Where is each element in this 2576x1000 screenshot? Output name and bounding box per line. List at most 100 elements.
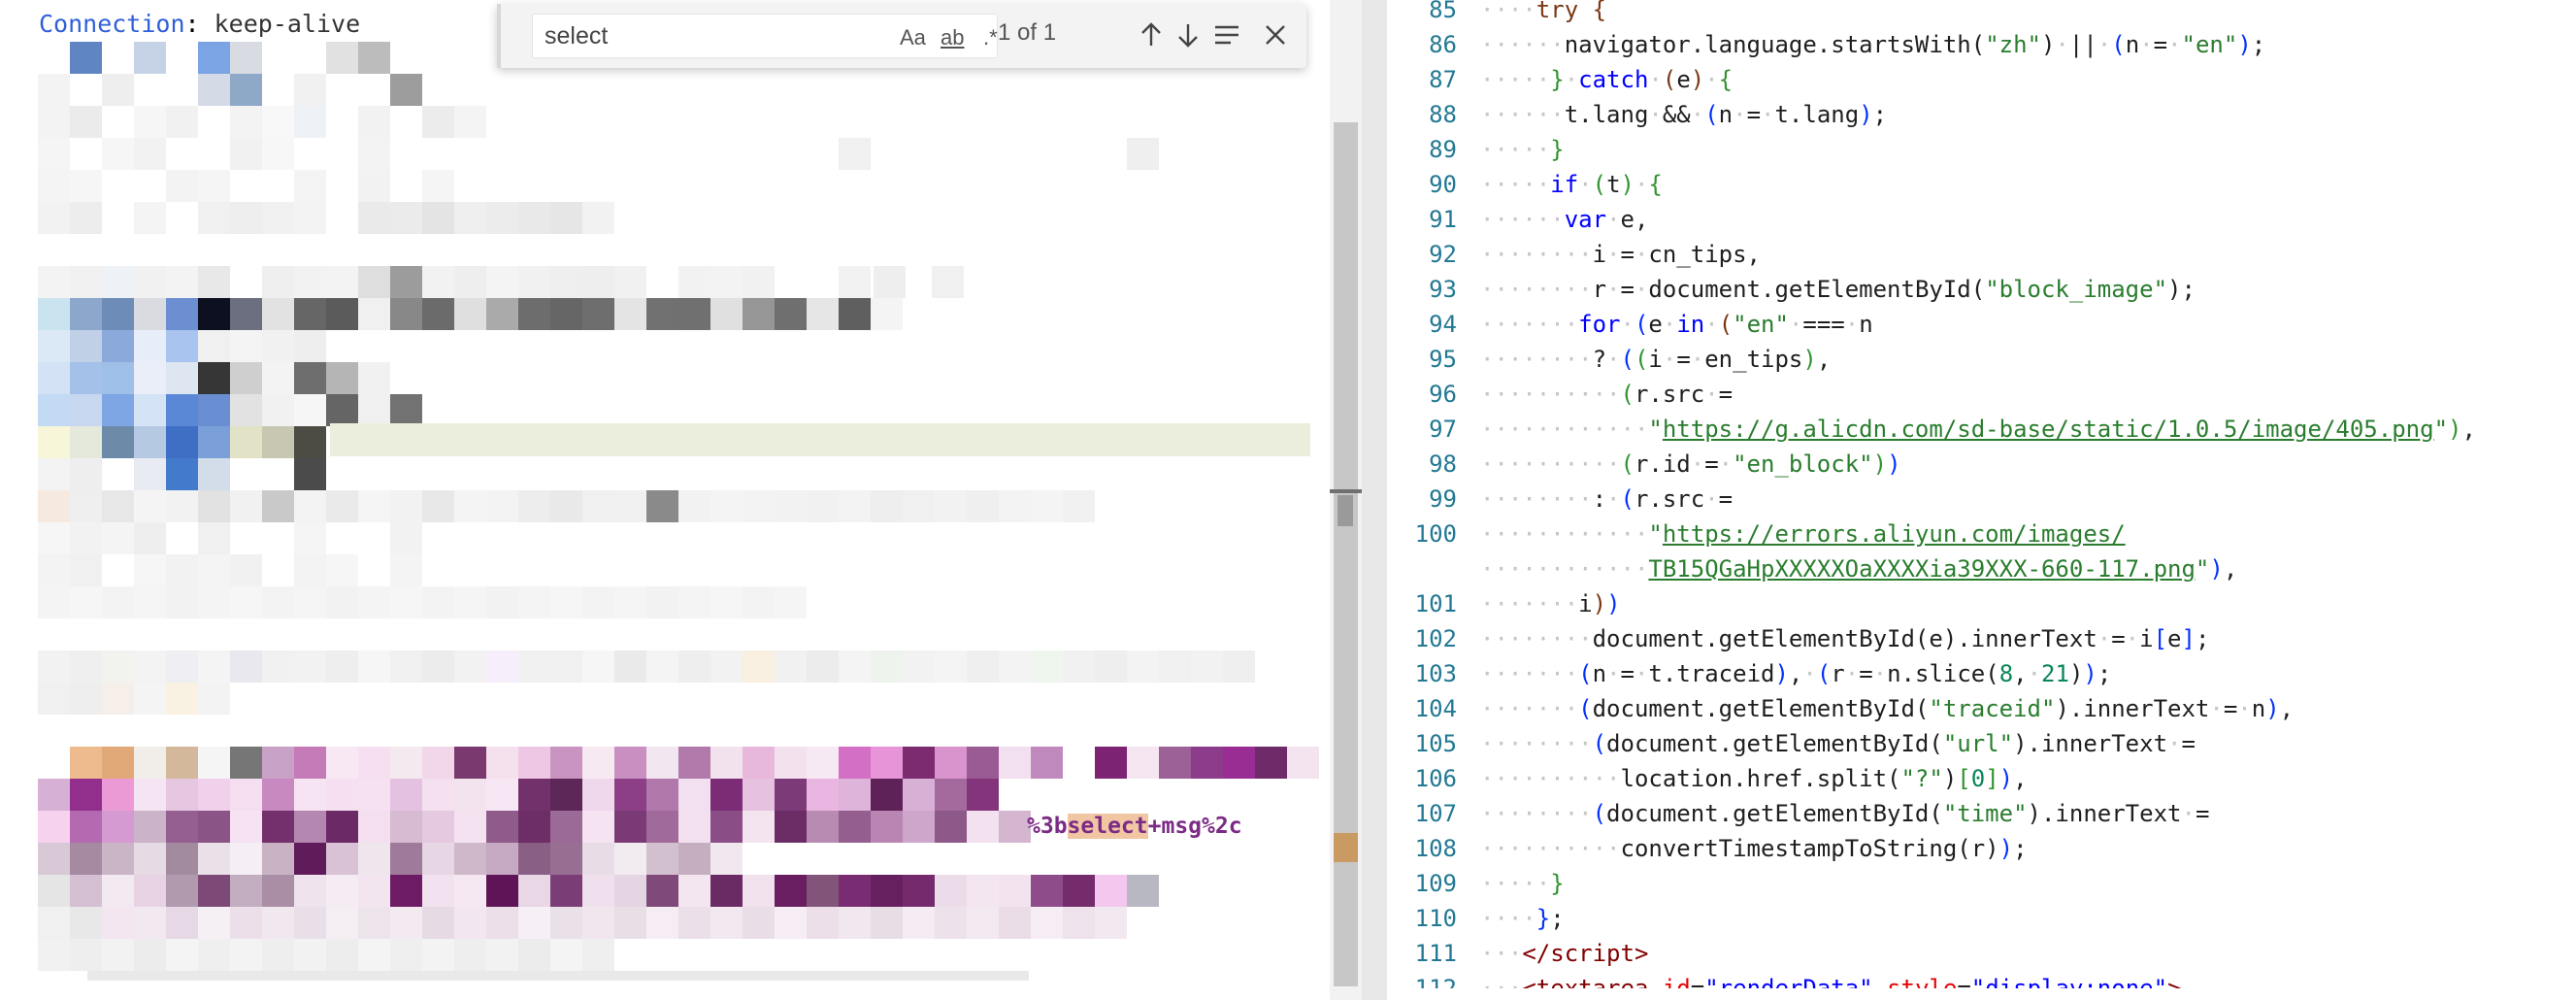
mosaic-tile — [166, 811, 198, 843]
code-text[interactable]: ········:·(r.src·= — [1480, 482, 1733, 517]
code-line[interactable]: 86 ······navigator.language.startsWith("z… — [1387, 27, 2576, 62]
code-text[interactable]: ········r·=·document.getElementById("blo… — [1480, 272, 2196, 307]
code-text[interactable]: ····}; — [1480, 901, 1565, 936]
mosaic-tile — [198, 266, 230, 298]
code-text[interactable]: ············"https://errors.aliyun.com/i… — [1480, 517, 2126, 551]
mosaic-tile — [134, 458, 166, 490]
mosaic-tile — [230, 298, 262, 330]
code-text[interactable]: ········?·((i·=·en_tips), — [1480, 342, 1831, 377]
code-line[interactable]: 91 ······var·e, — [1387, 202, 2576, 237]
code-text[interactable]: ······t.lang·&&·(n·=·t.lang); — [1480, 97, 1887, 132]
code-text[interactable]: ········(document.getElementById("url").… — [1480, 726, 2196, 761]
code-text[interactable]: ········(document.getElementById("time")… — [1480, 796, 2209, 831]
code-text[interactable]: ····try { — [1480, 0, 1606, 27]
mosaic-tile — [390, 811, 422, 843]
mosaic-tile — [614, 490, 646, 522]
code-line[interactable]: 95 ········?·((i·=·en_tips), — [1387, 342, 2576, 377]
code-text[interactable]: ·····if·(t)·{ — [1480, 167, 1663, 202]
left-editor-pane[interactable]: Connection: keep-alive %3bselect+msg%2c … — [0, 0, 1362, 1000]
mosaic-tile — [294, 907, 326, 939]
code-text[interactable]: ··········location.href.split("?")[0]), — [1480, 761, 2028, 796]
code-line[interactable]: 101 ·······i)) — [1387, 586, 2576, 621]
code-line[interactable]: 99 ········:·(r.src·= — [1387, 482, 2576, 517]
code-line[interactable]: 109 ·····} — [1387, 866, 2576, 901]
horizontal-scrollbar[interactable] — [87, 971, 1029, 981]
mosaic-tile — [102, 747, 134, 779]
mosaic-tile — [1063, 875, 1095, 907]
code-text[interactable]: ·······(n·=·t.traceid),·(r·=·n.slice(8,·… — [1480, 656, 2111, 691]
code-line[interactable]: 106 ··········location.href.split("?")[0]… — [1387, 761, 2576, 796]
mosaic-tile — [326, 362, 358, 394]
mosaic-tile — [775, 490, 807, 522]
next-match-button[interactable] — [1171, 17, 1205, 52]
code-text[interactable]: ·····} — [1480, 866, 1565, 901]
mosaic-tile — [1255, 747, 1287, 779]
mosaic-tile — [614, 811, 646, 843]
code-line[interactable]: 90 ·····if·(t)·{ — [1387, 167, 2576, 202]
code-line[interactable]: 85 ····try { — [1387, 0, 2576, 27]
mosaic-tile — [390, 939, 422, 971]
code-line[interactable]: 89 ·····} — [1387, 132, 2576, 167]
code-line[interactable]: 102 ········document.getElementById(e).in… — [1387, 621, 2576, 656]
code-text[interactable]: ·····}·catch·(e)·{ — [1480, 62, 1733, 97]
regex-toggle[interactable]: .* — [983, 24, 998, 51]
code-line[interactable]: 92 ········i·=·cn_tips, — [1387, 237, 2576, 272]
code-text[interactable]: ··········(r.id·=·"en_block")) — [1480, 447, 1901, 482]
mosaic-tile — [294, 779, 326, 811]
mosaic-tile — [262, 202, 294, 234]
mosaic-tile — [871, 490, 903, 522]
code-text[interactable]: ······navigator.language.startsWith("zh"… — [1480, 27, 2265, 62]
mosaic-tile — [198, 779, 230, 811]
code-line[interactable]: 100 ············"https://errors.aliyun.co… — [1387, 517, 2576, 551]
right-editor-pane[interactable]: 85 ····try {86 ······navigator.language.st… — [1387, 0, 2576, 1000]
code-line[interactable]: 111 ···</script> — [1387, 936, 2576, 971]
whole-word-toggle[interactable]: ab — [941, 24, 964, 51]
mosaic-tile — [198, 683, 230, 715]
match-case-toggle[interactable]: Aa — [900, 24, 926, 51]
vertical-scrollbar[interactable] — [1330, 0, 1362, 1000]
find-in-selection-button[interactable] — [1209, 17, 1244, 52]
mosaic-tile — [422, 811, 454, 843]
code-line[interactable]: 103 ·······(n·=·t.traceid),·(r·=·n.slice(… — [1387, 656, 2576, 691]
code-text[interactable]: ······var·e, — [1480, 202, 1648, 237]
code-text[interactable]: ·······i)) — [1480, 586, 1621, 621]
mosaic-tile — [38, 939, 70, 971]
code-line[interactable]: 110 ····}; — [1387, 901, 2576, 936]
previous-match-button[interactable] — [1134, 17, 1169, 52]
mosaic-tile — [262, 907, 294, 939]
pane-divider[interactable] — [1362, 0, 1387, 1000]
code-line[interactable]: 108 ··········convertTimestampToString(r)… — [1387, 831, 2576, 866]
code-line[interactable]: 104 ·······(document.getElementById("trac… — [1387, 691, 2576, 726]
code-text[interactable]: ··········convertTimestampToString(r)); — [1480, 831, 2028, 866]
mosaic-tile — [134, 907, 166, 939]
code-text[interactable]: ·······for·(e·in·("en"·===·n — [1480, 307, 1873, 342]
code-line[interactable]: 94 ·······for·(e·in·("en"·===·n — [1387, 307, 2576, 342]
mosaic-tile — [1063, 907, 1095, 939]
code-line[interactable]: 107 ········(document.getElementById("tim… — [1387, 796, 2576, 831]
code-text[interactable]: ·······(document.getElementById("traceid… — [1480, 691, 2294, 726]
code-text[interactable]: ············"https://g.alicdn.com/sd-bas… — [1480, 412, 2476, 447]
code-line[interactable]: 97 ············"https://g.alicdn.com/sd-b… — [1387, 412, 2576, 447]
mosaic-tile — [390, 74, 422, 106]
code-line[interactable]: ············TB15QGaHpXXXXXOaXXXXia39XXX-… — [1387, 551, 2576, 586]
code-line[interactable]: 87 ·····}·catch·(e)·{ — [1387, 62, 2576, 97]
code-text[interactable]: ············TB15QGaHpXXXXXOaXXXXia39XXX-… — [1480, 551, 2237, 586]
find-input[interactable] — [545, 20, 836, 51]
code-text[interactable]: ·····} — [1480, 132, 1565, 167]
code-line[interactable]: 88 ······t.lang·&&·(n·=·t.lang); — [1387, 97, 2576, 132]
code-line[interactable]: 96 ··········(r.src·= — [1387, 377, 2576, 412]
close-find-button[interactable] — [1258, 17, 1293, 52]
mosaic-tile — [871, 907, 903, 939]
find-input-box[interactable]: Aa ab .* — [532, 14, 998, 58]
mosaic-tile — [967, 907, 999, 939]
code-line[interactable]: 105 ········(document.getElementById("url… — [1387, 726, 2576, 761]
code-text[interactable]: ···</script> — [1480, 936, 1648, 971]
mosaic-tile — [326, 811, 358, 843]
mosaic-tile — [326, 939, 358, 971]
code-text[interactable]: ········i·=·cn_tips, — [1480, 237, 1761, 272]
code-text[interactable]: ··········(r.src·= — [1480, 377, 1733, 412]
mosaic-tile — [166, 330, 198, 362]
code-line[interactable]: 93 ········r·=·document.getElementById("b… — [1387, 272, 2576, 307]
code-line[interactable]: 98 ··········(r.id·=·"en_block")) — [1387, 447, 2576, 482]
code-text[interactable]: ········document.getElementById(e).inner… — [1480, 621, 2209, 656]
